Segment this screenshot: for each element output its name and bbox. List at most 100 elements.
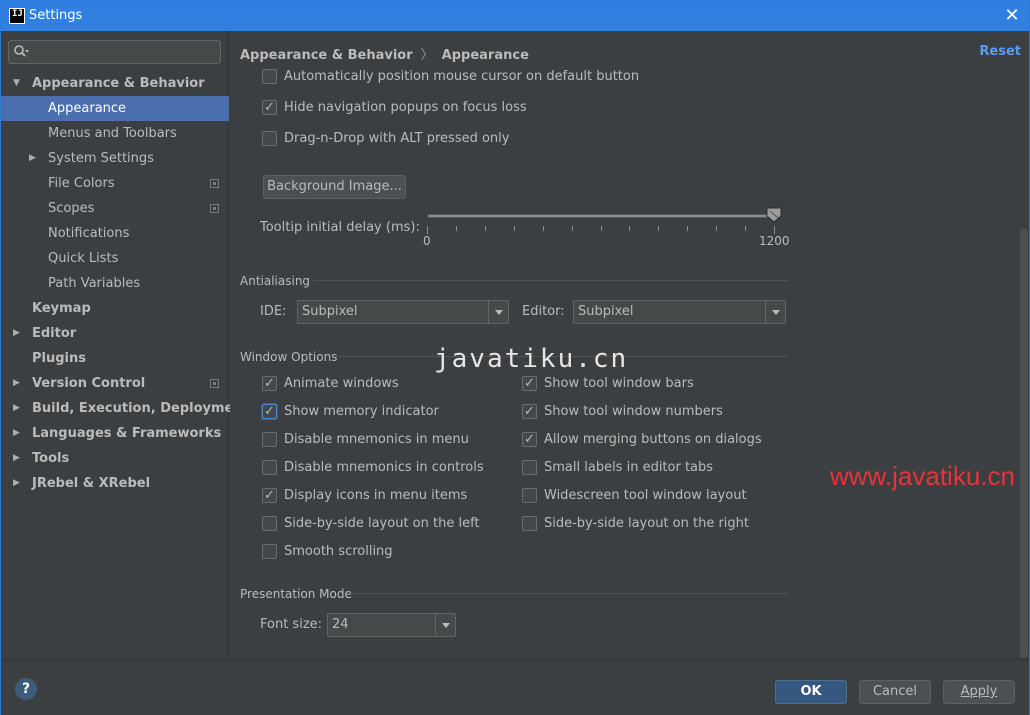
checkbox[interactable] (262, 69, 277, 84)
sidebar-item-label: Appearance & Behavior (32, 76, 205, 91)
checkbox-label: Show memory indicator (284, 404, 439, 419)
sidebar-item-system-settings[interactable]: ▶ System Settings (1, 146, 229, 171)
sidebar-item-label: File Colors (48, 176, 115, 191)
slider-max-label: 1200 (759, 234, 790, 248)
checkbox-label: Show tool window numbers (544, 404, 723, 419)
checkbox[interactable] (262, 460, 277, 475)
dialog-footer: ? OK Cancel Apply (1, 659, 1029, 715)
checkbox-label: Drag-n-Drop with ALT pressed only (284, 131, 510, 146)
checkbox[interactable] (522, 488, 537, 503)
sidebar-item-languages-frameworks[interactable]: ▶ Languages & Frameworks (1, 421, 229, 446)
checkbox[interactable] (262, 98, 277, 118)
cancel-button[interactable]: Cancel (859, 680, 931, 704)
slider-tick (427, 226, 428, 234)
search-input[interactable] (8, 40, 221, 64)
slider-tick (629, 226, 631, 231)
expand-right-icon[interactable]: ▶ (13, 471, 23, 496)
ok-button[interactable]: OK (775, 680, 847, 704)
sidebar-item-appearance-behavior[interactable]: ▼ Appearance & Behavior (1, 71, 229, 96)
checkbox[interactable] (522, 402, 537, 422)
expand-right-icon[interactable]: ▶ (29, 146, 39, 171)
expand-right-icon[interactable]: ▶ (13, 321, 23, 346)
sidebar-item-tools[interactable]: ▶ Tools (1, 446, 229, 471)
checkbox[interactable] (522, 430, 537, 450)
expand-down-icon[interactable]: ▼ (13, 71, 23, 96)
select-value: Subpixel (302, 304, 358, 319)
checkbox[interactable] (262, 374, 277, 394)
editor-antialiasing-label: Editor: (522, 304, 565, 319)
project-level-icon (210, 204, 219, 213)
expand-right-icon[interactable]: ▶ (13, 421, 23, 446)
slider-tick (513, 226, 515, 231)
slider-thumb-icon[interactable] (766, 207, 782, 223)
sidebar-item-label: Version Control (32, 376, 146, 391)
chevron-down-icon[interactable] (435, 614, 455, 636)
sidebar-item-jrebel-xrebel[interactable]: ▶ JRebel & XRebel (1, 471, 229, 496)
ide-antialiasing-select[interactable]: Subpixel (297, 300, 509, 324)
checkbox[interactable] (262, 516, 277, 531)
slider-tick (455, 226, 457, 231)
checkbox[interactable] (522, 374, 537, 394)
background-image-button[interactable]: Background Image... (263, 175, 406, 199)
sidebar-item-menus-and-toolbars[interactable]: Menus and Toolbars (1, 121, 229, 146)
sidebar-item-notifications[interactable]: Notifications (1, 221, 229, 246)
sidebar-item-label: Tools (32, 451, 70, 466)
chevron-down-icon[interactable] (488, 301, 508, 323)
checkbox[interactable] (262, 402, 277, 422)
slider-tick (687, 226, 689, 231)
sidebar-item-scopes[interactable]: Scopes (1, 196, 229, 221)
sidebar-item-label: Languages & Frameworks (32, 426, 222, 441)
expand-right-icon[interactable]: ▶ (13, 446, 23, 471)
checkbox-label: Hide navigation popups on focus loss (284, 100, 527, 115)
sidebar-item-label: Scopes (48, 201, 95, 216)
checkbox[interactable] (522, 460, 537, 475)
presentation-group-title: Presentation Mode (240, 587, 352, 601)
slider-tick (571, 226, 573, 231)
checkbox-label: Smooth scrolling (284, 544, 393, 559)
editor-antialiasing-select[interactable]: Subpixel (573, 300, 786, 324)
sidebar-item-keymap[interactable]: Keymap (1, 296, 229, 321)
checkbox[interactable] (522, 516, 537, 531)
reset-link[interactable]: Reset (979, 44, 1021, 59)
title-bar[interactable]: IJ Settings ✕ (1, 1, 1029, 31)
settings-tree: ▼ Appearance & Behavior Appearance Menus an… (1, 71, 249, 496)
font-size-label: Font size: (260, 617, 323, 632)
sidebar-item-label: Editor (32, 326, 77, 341)
checkbox[interactable] (262, 131, 277, 146)
tooltip-delay-slider[interactable] (427, 214, 775, 218)
checkbox-label: Allow merging buttons on dialogs (544, 432, 762, 447)
chevron-down-icon[interactable] (765, 301, 785, 323)
checkbox-label: Animate windows (284, 376, 399, 391)
checkbox-label: Widescreen tool window layout (544, 488, 747, 503)
help-icon[interactable]: ? (15, 678, 37, 700)
checkbox-label: Show tool window bars (544, 376, 694, 391)
watermark-center: javatiku.cn (434, 344, 629, 374)
sidebar-item-path-variables[interactable]: Path Variables (1, 271, 229, 296)
sidebar-item-editor[interactable]: ▶ Editor (1, 321, 229, 346)
apply-button[interactable]: Apply (943, 680, 1015, 704)
expand-right-icon[interactable]: ▶ (13, 396, 23, 421)
window-title: Settings (29, 8, 83, 23)
sidebar-item-label: Build, Execution, Deployment (32, 401, 249, 416)
checkbox[interactable] (262, 432, 277, 447)
slider-tick (658, 226, 660, 231)
sidebar-item-appearance[interactable]: Appearance (1, 96, 229, 121)
slider-tick (542, 226, 544, 231)
expand-right-icon[interactable]: ▶ (13, 371, 23, 396)
sidebar-item-version-control[interactable]: ▶ Version Control (1, 371, 229, 396)
close-icon[interactable]: ✕ (1001, 5, 1023, 27)
sidebar-item-build-execution-deployment[interactable]: ▶ Build, Execution, Deployment (1, 396, 249, 421)
watermark-right: www.javatiku.cn (830, 461, 1015, 491)
select-value: 24 (332, 617, 349, 632)
font-size-select[interactable]: 24 (327, 613, 456, 637)
sidebar-item-quick-lists[interactable]: Quick Lists (1, 246, 229, 271)
apply-label: Apply (960, 684, 998, 699)
checkbox[interactable] (262, 544, 277, 559)
checkbox[interactable] (262, 486, 277, 506)
content-scrollbar[interactable] (1019, 73, 1029, 659)
project-level-icon (210, 379, 219, 388)
breadcrumb-parent[interactable]: Appearance & Behavior (240, 48, 413, 63)
scrollbar-thumb[interactable] (1020, 228, 1028, 658)
sidebar-item-file-colors[interactable]: File Colors (1, 171, 229, 196)
sidebar-item-plugins[interactable]: Plugins (1, 346, 229, 371)
